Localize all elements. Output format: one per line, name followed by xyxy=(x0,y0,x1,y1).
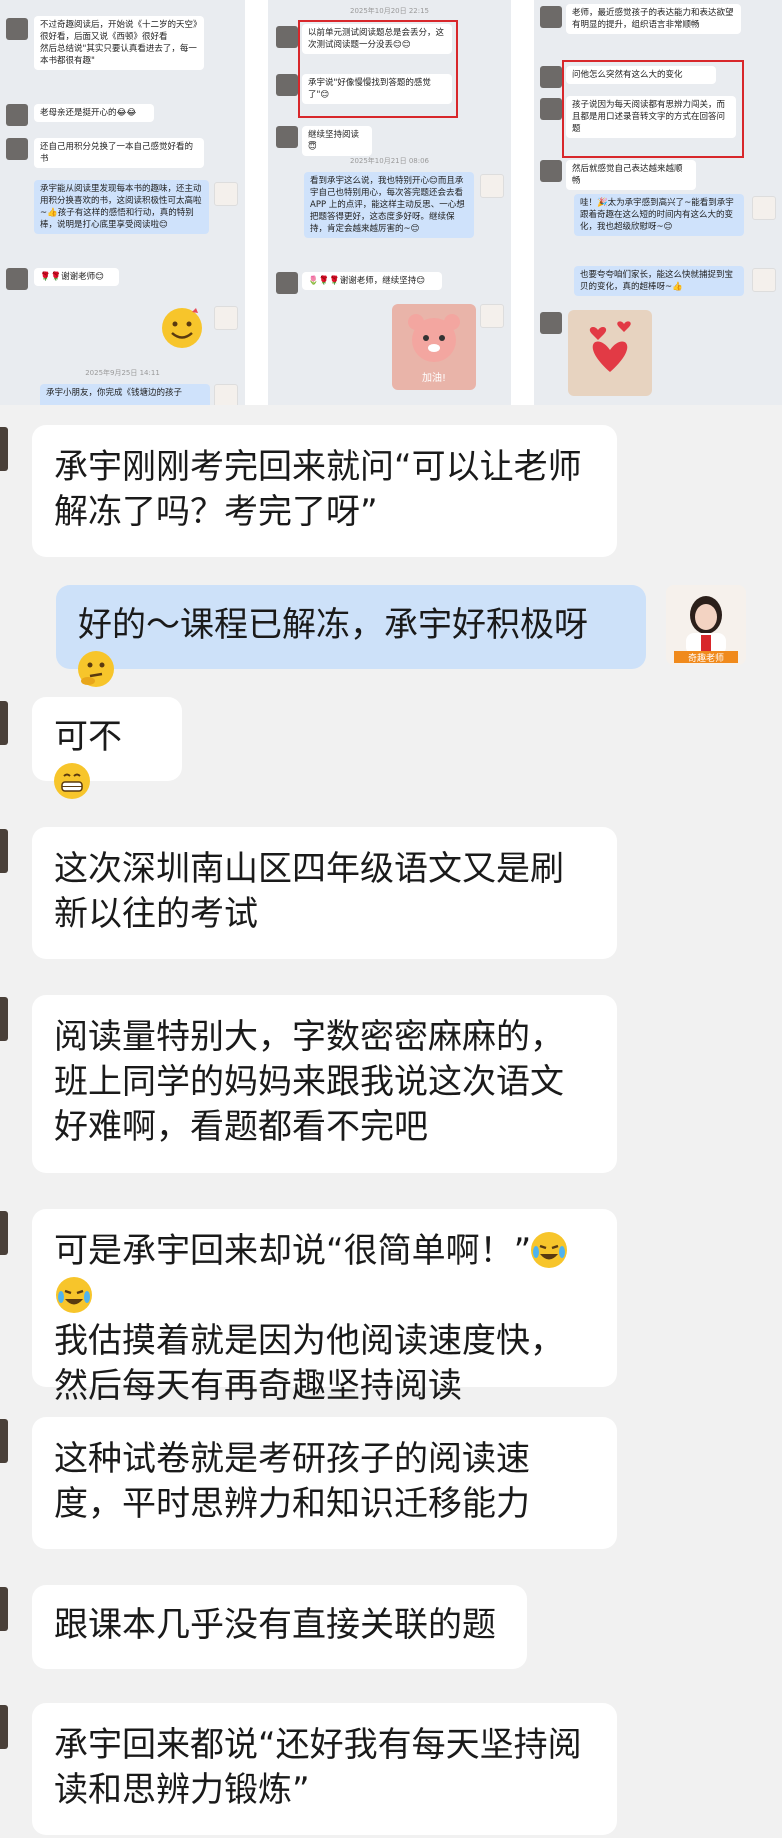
teacher-avatar xyxy=(214,384,238,405)
parent-avatar xyxy=(6,138,28,160)
sticker: 加油! xyxy=(392,304,476,390)
chat-area: 承宇刚刚考完回来就问“可以让老师解冻了吗？考完了呀” 好的～课程已解冻，承宇好积… xyxy=(0,405,782,1838)
sticker-caption: 加油! xyxy=(421,373,446,384)
teacher-avatar-label: 奇趣老师 xyxy=(687,654,724,664)
message-bubble: 跟课本几乎没有直接关联的题 xyxy=(32,1585,527,1669)
parent-avatar xyxy=(0,997,8,1041)
timestamp: 2025年10月21日 08:06 xyxy=(349,157,430,165)
parent-avatar xyxy=(540,160,562,182)
message-bubble: 然后就感觉自己表达越来越顺畅 xyxy=(566,160,696,190)
heart-hands-icon xyxy=(589,321,631,372)
message-bubble: 承宇刚刚考完回来就问“可以让老师解冻了吗？考完了呀” xyxy=(32,425,617,557)
teacher-message-bubble: 承宇能从阅读里发现每本书的趣味，还主动用积分换喜欢的书，这阅读积极性可太高啦~👍… xyxy=(34,180,209,234)
highlight-box xyxy=(562,60,744,158)
sticker xyxy=(568,310,652,396)
parent-avatar xyxy=(0,1705,8,1749)
teacher-avatar xyxy=(480,174,504,198)
parent-avatar xyxy=(540,98,562,120)
parent-avatar xyxy=(0,1419,8,1463)
message-text: 我估摸着就是因为他阅读速度快，然后每天有再奇趣坚持阅读 xyxy=(54,1321,564,1406)
parent-avatar xyxy=(276,74,298,96)
message-bubble: 阅读量特别大，字数密密麻麻的，班上同学的妈妈来跟我说这次语文好难啊，看题都看不完… xyxy=(32,995,617,1173)
parent-avatar xyxy=(276,272,298,294)
parent-avatar xyxy=(540,66,562,88)
teacher-message-bubble: 哇！🎉太为承宇感到高兴了~能看到承宇跟着奇趣在这么短的时间内有这么大的变化，我也… xyxy=(574,194,744,236)
laugh-cry-emoji-icon xyxy=(56,1277,92,1313)
message-bubble: 不过奇趣阅读后，开始说《十二岁的天空》很好看，后面又说《西顿》很好看 然后总结说… xyxy=(34,16,204,70)
message-text: 这次深圳南山区四年级语文又是刷新以往的考试 xyxy=(54,849,564,934)
parent-avatar xyxy=(540,312,562,334)
message-text: 阅读量特别大，字数密密麻麻的，班上同学的妈妈来跟我说这次语文好难啊，看题都看不完… xyxy=(54,1017,564,1147)
parent-avatar xyxy=(6,268,28,290)
parent-avatar xyxy=(540,6,562,28)
teacher-avatar xyxy=(214,182,238,206)
teacher-message-bubble: 承宇小朋友，你完成《钱塘边的孩子 xyxy=(40,384,210,405)
teacher-avatar: 奇趣老师 xyxy=(666,585,746,665)
chat-screenshot-2: 2025年10月20日 22:15 以前单元测试阅读题总是会丢分，这次测试阅读题… xyxy=(268,0,511,405)
message-text: 承宇刚刚考完回来就问“可以让老师解冻了吗？考完了呀” xyxy=(54,447,582,532)
smile-sticker-icon xyxy=(162,308,202,348)
message-text: 这种试卷就是考研孩子的阅读速度，平时思辨力和知识迁移能力 xyxy=(54,1439,530,1524)
parent-avatar xyxy=(0,829,8,873)
message-bubble: 承宇回来都说“还好我有每天坚持阅读和思辨力锻炼” xyxy=(32,1703,617,1835)
message-bubble: 老师，最近感觉孩子的表达能力和表达欲望有明显的提升，组织语言非常顺畅 xyxy=(566,4,741,34)
message-bubble: 这种试卷就是考研孩子的阅读速度，平时思辨力和知识迁移能力 xyxy=(32,1417,617,1549)
timestamp: 2025年10月20日 22:15 xyxy=(349,7,430,15)
teacher-message-bubble: 看到承宇这么说，我也特别开心😊而且承宇自己也特别用心，每次答完题还会去看 APP… xyxy=(304,172,474,238)
message-text: 可是承宇回来却说“很简单啊！” xyxy=(54,1231,532,1271)
parent-avatar xyxy=(276,126,298,148)
timestamp: 2025年9月25日 14:11 xyxy=(85,369,160,377)
message-bubble: 这次深圳南山区四年级语文又是刷新以往的考试 xyxy=(32,827,617,959)
parent-avatar xyxy=(0,1587,8,1631)
message-bubble: 继续坚持阅读😇 xyxy=(302,126,372,156)
message-text: 可不 xyxy=(54,717,122,757)
teacher-avatar xyxy=(752,196,776,220)
parent-avatar xyxy=(276,26,298,48)
parent-avatar xyxy=(6,18,28,40)
message-bubble: 可是承宇回来却说“很简单啊！” 我估摸着就是因为他阅读速度快，然后每天有再奇趣坚… xyxy=(32,1209,617,1406)
message-bubble: 老母亲还是挺开心的😂😂 xyxy=(34,104,154,122)
teacher-message-bubble: 好的～课程已解冻，承宇好积极呀 xyxy=(56,585,646,687)
parent-avatar xyxy=(0,427,8,471)
chat-screenshot-3: 老师，最近感觉孩子的表达能力和表达欲望有明显的提升，组织语言非常顺畅 问他怎么突… xyxy=(534,0,782,405)
message-bubble: 还自己用积分兑换了一本自己感觉好看的书 xyxy=(34,138,204,168)
chat-screenshot-1: 不过奇趣阅读后，开始说《十二岁的天空》很好看，后面又说《西顿》很好看 然后总结说… xyxy=(0,0,245,405)
teacher-avatar xyxy=(214,306,238,330)
laugh-cry-emoji-icon xyxy=(531,1232,568,1268)
grin-emoji-icon xyxy=(54,763,90,799)
message-bubble: 🌷🌹🌹谢谢老师，继续坚持😊 xyxy=(302,272,442,290)
screenshot-collage: 不过奇趣阅读后，开始说《十二岁的天空》很好看，后面又说《西顿》很好看 然后总结说… xyxy=(0,0,782,405)
teacher-avatar xyxy=(480,304,504,328)
thinking-emoji-icon xyxy=(78,651,114,687)
highlight-box xyxy=(298,20,458,118)
message-text: 承宇回来都说“还好我有每天坚持阅读和思辨力锻炼” xyxy=(54,1725,582,1810)
sticker xyxy=(160,306,204,350)
message-text: 跟课本几乎没有直接关联的题 xyxy=(54,1605,496,1645)
message-text: 好的～课程已解冻，承宇好积极呀 xyxy=(78,605,588,645)
parent-avatar xyxy=(6,104,28,126)
parent-avatar xyxy=(0,1211,8,1255)
teacher-message-bubble: 也要夸夸咱们家长，能这么快就捕捉到宝贝的变化，真的超棒呀~👍 xyxy=(574,266,744,296)
message-bubble: 🌹🌹谢谢老师😊 xyxy=(34,268,119,286)
message-bubble: 可不 xyxy=(32,697,182,799)
teacher-avatar xyxy=(752,268,776,292)
parent-avatar xyxy=(0,701,8,745)
